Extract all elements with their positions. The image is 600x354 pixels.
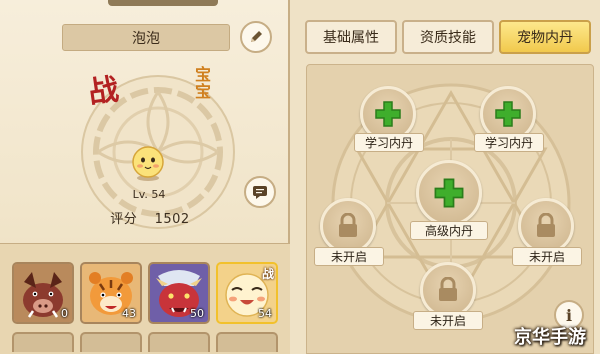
tab-pet-inner-pill[interactable]: 宠物内丹: [499, 20, 591, 54]
lock-icon: [339, 213, 357, 237]
pet-slot-red-beast[interactable]: 50: [148, 262, 210, 324]
pet-count: 54: [258, 307, 272, 320]
battle-glyph: 战: [86, 72, 121, 111]
pet-avatar[interactable]: [128, 142, 168, 182]
pet-count: 0: [61, 307, 68, 320]
score-label: 评分: [110, 212, 138, 227]
score-value: 1502: [154, 212, 190, 227]
empty-pet-slot[interactable]: [80, 332, 142, 352]
plus-icon: [495, 101, 521, 127]
title-strip: [108, 0, 218, 6]
learn-pill-label-right: 学习内丹: [474, 133, 544, 152]
chat-icon: [253, 186, 267, 199]
tab-label: 基础属性: [323, 30, 379, 46]
locked-pill-slot-left: [320, 198, 376, 254]
pet-slot-tiger[interactable]: 43: [80, 262, 142, 324]
locked-pill-label-bottom: 未开启: [413, 311, 483, 330]
lock-icon: [537, 213, 555, 237]
tab-aptitude-skills[interactable]: 资质技能: [402, 20, 494, 54]
tab-label: 宠物内丹: [517, 30, 573, 46]
plus-icon: [375, 101, 401, 127]
pet-score: 评分 1502: [90, 208, 210, 227]
pet-slot-boar[interactable]: 0: [12, 262, 74, 324]
pencil-icon: [251, 31, 262, 42]
pet-slot-egg[interactable]: 战 54: [216, 262, 278, 324]
lock-icon: [439, 277, 457, 301]
advanced-pill-slot[interactable]: [416, 160, 482, 226]
empty-pet-slot[interactable]: [148, 332, 210, 352]
battle-tag: 战: [261, 267, 274, 281]
advanced-pill-label: 高级内丹: [410, 221, 488, 240]
locked-pill-slot-right: [518, 198, 574, 254]
empty-pet-slot[interactable]: [12, 332, 74, 352]
locked-pill-slot-bottom: [420, 262, 476, 318]
learn-pill-label-left: 学习内丹: [354, 133, 424, 152]
rename-button[interactable]: [240, 21, 272, 53]
empty-pet-slot[interactable]: [216, 332, 278, 352]
chat-button[interactable]: [244, 176, 276, 208]
pet-level: Lv. 54: [132, 188, 166, 201]
pet-name: 泡泡: [132, 30, 160, 47]
pet-name-field: 泡泡: [62, 24, 230, 51]
locked-pill-label-left: 未开启: [314, 247, 384, 266]
locked-pill-label-right: 未开启: [512, 247, 582, 266]
baby-glyph: 宝宝: [194, 65, 211, 101]
watermark: 京华手游: [514, 327, 586, 348]
tab-label: 资质技能: [420, 30, 476, 46]
plus-icon: [434, 178, 464, 208]
pet-count: 43: [122, 307, 136, 320]
pet-count: 50: [190, 307, 204, 320]
tab-basic-attributes[interactable]: 基础属性: [305, 20, 397, 54]
pet-info-panel: 泡泡 战 宝宝 Lv. 54 评分 1502 0 43 50 战 54: [0, 0, 290, 354]
